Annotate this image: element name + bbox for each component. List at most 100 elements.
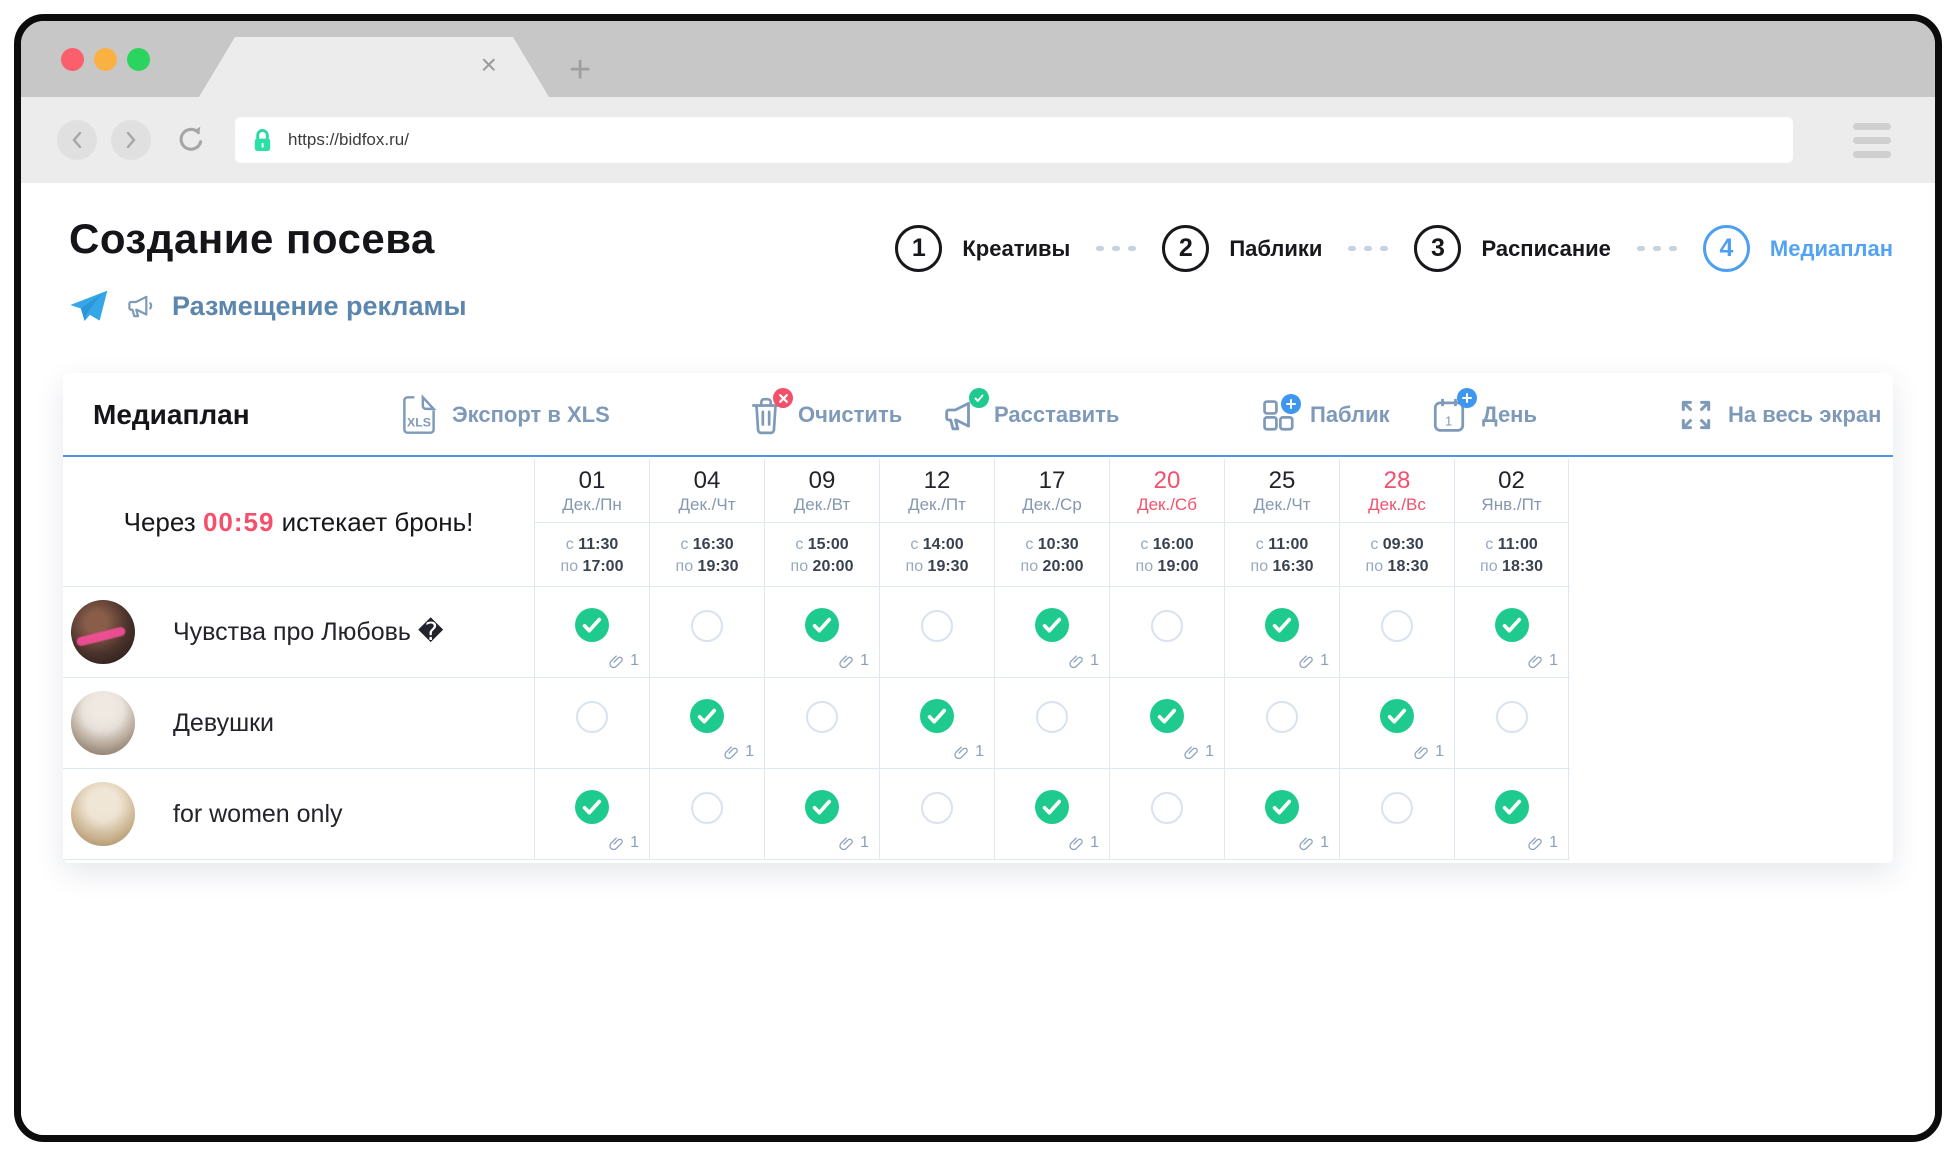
date-column-header: 17Дек./Срс 10:30по 20:00 [994, 459, 1109, 586]
schedule-cell[interactable]: 1 [994, 769, 1109, 859]
add-day-button[interactable]: 1 День [1429, 373, 1537, 457]
stepper-step-1[interactable]: 1Креативы [895, 225, 1070, 272]
step-separator-dots [1348, 246, 1388, 251]
publisher-label-cell: for women only [63, 769, 534, 859]
schedule-cell[interactable] [1454, 678, 1569, 768]
time-from: с 11:00 [1225, 534, 1339, 556]
schedule-cell[interactable] [1339, 769, 1454, 859]
step-label: Креативы [962, 236, 1070, 262]
schedule-cell[interactable] [534, 678, 649, 768]
maximize-window-button[interactable] [127, 48, 150, 71]
date-cell: 02Янв./Пт [1455, 459, 1568, 523]
lock-icon [251, 127, 274, 154]
schedule-cell[interactable]: 1 [764, 587, 879, 677]
minimize-window-button[interactable] [94, 48, 117, 71]
step-number: 2 [1162, 225, 1209, 272]
attachment-count: 1 [630, 834, 639, 852]
url-text[interactable]: https://bidfox.ru/ [288, 130, 409, 150]
url-bar[interactable]: https://bidfox.ru/ [235, 117, 1793, 163]
attachment-count: 1 [860, 834, 869, 852]
schedule-cell[interactable] [1224, 678, 1339, 768]
browser-tab[interactable]: × [199, 37, 549, 97]
check-icon [575, 608, 609, 642]
table-row: Чувства про Любовь �11111 [63, 587, 1570, 678]
date-day: 04 [650, 467, 764, 495]
step-number: 3 [1414, 225, 1461, 272]
schedule-cell[interactable] [1109, 587, 1224, 677]
export-xls-button[interactable]: XLS Экспорт в XLS [399, 373, 610, 457]
date-day: 25 [1225, 467, 1339, 495]
attachment-count: 1 [975, 743, 984, 761]
campaign-subtitle: Размещение рекламы [69, 289, 467, 323]
fullscreen-button[interactable]: На весь экран [1677, 373, 1881, 457]
avatar [71, 691, 135, 755]
date-column-header: 28Дек./Всс 09:30по 18:30 [1339, 459, 1454, 586]
date-cell: 17Дек./Ср [995, 459, 1109, 523]
chevron-left-icon [69, 129, 85, 151]
schedule-cell[interactable]: 1 [994, 587, 1109, 677]
schedule-cell[interactable]: 1 [534, 587, 649, 677]
checkbox-empty [576, 701, 608, 733]
time-range-cell: с 11:30по 17:00 [535, 523, 649, 586]
checkbox-empty [1151, 610, 1183, 642]
stepper-step-2[interactable]: 2 Паблики [1162, 225, 1322, 272]
schedule-cell[interactable]: 1 [1109, 678, 1224, 768]
attachment-count: 1 [1549, 834, 1558, 852]
add-public-button[interactable]: Паблик [1259, 373, 1390, 457]
schedule-cell[interactable] [1339, 587, 1454, 677]
schedule-cell[interactable]: 1 [1454, 769, 1569, 859]
date-month-weekday: Дек./Вс [1340, 495, 1454, 515]
fullscreen-label: На весь экран [1728, 402, 1881, 428]
attachment-badge: 1 [1413, 743, 1444, 761]
date-column-header: 25Дек./Чтс 11:00по 16:30 [1224, 459, 1339, 586]
browser-window: × + https://bidfox.ru/ Созда [14, 14, 1942, 1142]
date-cell: 28Дек./Вс [1340, 459, 1454, 523]
time-from: с 09:30 [1340, 534, 1454, 556]
day-label: День [1482, 402, 1537, 428]
menu-button[interactable] [1853, 123, 1891, 158]
schedule-cell[interactable]: 1 [1339, 678, 1454, 768]
forward-button[interactable] [111, 120, 151, 160]
booking-countdown: 00:59 [203, 507, 275, 538]
schedule-cell[interactable]: 1 [1224, 769, 1339, 859]
schedule-cell[interactable] [1109, 769, 1224, 859]
browser-titlebar: × + [21, 21, 1935, 97]
schedule-cell[interactable] [764, 678, 879, 768]
schedule-cell[interactable] [994, 678, 1109, 768]
schedule-cell[interactable] [649, 769, 764, 859]
checkbox-empty [1036, 701, 1068, 733]
time-to: по 16:30 [1225, 556, 1339, 578]
time-from: с 10:30 [995, 534, 1109, 556]
step-label: Расписание [1481, 236, 1610, 262]
stepper-step-4[interactable]: 4Медиаплан [1703, 225, 1893, 272]
attachment-badge: 1 [953, 743, 984, 761]
stepper-step-3[interactable]: 3 Расписание [1414, 225, 1610, 272]
time-from: с 15:00 [765, 534, 879, 556]
schedule-cell[interactable]: 1 [1224, 587, 1339, 677]
arrange-button[interactable]: Расставить [941, 373, 1119, 457]
schedule-cell[interactable]: 1 [764, 769, 879, 859]
attachment-count: 1 [1090, 834, 1099, 852]
check-icon [805, 790, 839, 824]
date-day: 12 [880, 467, 994, 495]
new-tab-button[interactable]: + [569, 51, 591, 89]
step-number: 4 [1703, 225, 1750, 272]
checkbox-empty [1266, 701, 1298, 733]
back-button[interactable] [57, 120, 97, 160]
schedule-cell[interactable]: 1 [1454, 587, 1569, 677]
clear-button[interactable]: Очистить [747, 373, 902, 457]
check-icon [1035, 608, 1069, 642]
schedule-cell[interactable] [649, 587, 764, 677]
schedule-cell[interactable] [879, 769, 994, 859]
schedule-cell[interactable]: 1 [649, 678, 764, 768]
telegram-icon [69, 289, 109, 323]
checkbox-empty [921, 792, 953, 824]
schedule-cell[interactable] [879, 587, 994, 677]
close-window-button[interactable] [61, 48, 84, 71]
schedule-cell[interactable]: 1 [534, 769, 649, 859]
tab-close-icon[interactable]: × [481, 49, 497, 81]
schedule-cell[interactable]: 1 [879, 678, 994, 768]
attachment-count: 1 [1435, 743, 1444, 761]
reload-button[interactable] [171, 120, 211, 160]
step-label: Паблики [1229, 236, 1322, 262]
